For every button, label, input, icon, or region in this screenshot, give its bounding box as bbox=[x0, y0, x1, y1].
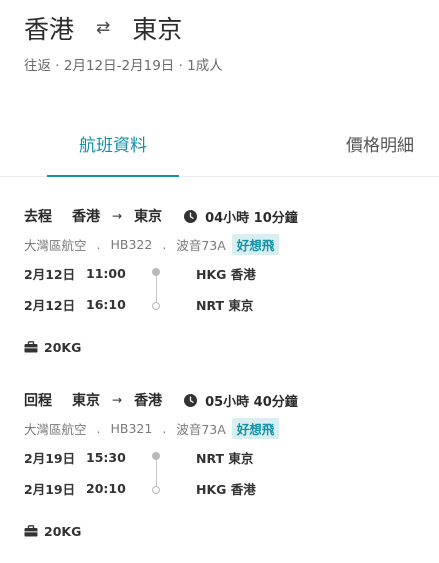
arrival-date: 2月12日 bbox=[24, 298, 76, 313]
clock-icon bbox=[184, 209, 198, 223]
airline-info: 大灣區航空 . HB322 . 波音73A 好想飛 bbox=[24, 233, 429, 255]
flight-duration: 05小時 40分鐘 bbox=[205, 394, 298, 410]
return-leg: 回程 東京 → 香港 05小時 40分鐘 大灣區航空 . HB321 . 波音7… bbox=[24, 390, 429, 541]
trip-summary: 往返 · 2月12日-2月19日 · 1成人 bbox=[24, 58, 223, 74]
tab-flight-info[interactable]: 航班資料 bbox=[47, 124, 179, 177]
departure-time: 15:30 bbox=[86, 450, 126, 465]
arrival-row: 2月19日 20:10 HKG 香港 bbox=[24, 473, 429, 504]
destination-city: 東京 bbox=[132, 15, 183, 44]
route-title: 香港 ⇄ 東京 bbox=[24, 8, 415, 48]
flight-duration: 04小時 10分鐘 bbox=[205, 210, 298, 226]
leg-from: 東京 bbox=[72, 393, 100, 409]
airline-info: 大灣區航空 . HB321 . 波音73A 好想飛 bbox=[24, 417, 429, 439]
arrival-airport: NRT 東京 bbox=[196, 298, 254, 313]
segment-list: 2月19日 15:30 NRT 東京 2月19日 20:10 HKG 香港 bbox=[24, 442, 429, 504]
suitcase-icon bbox=[24, 525, 38, 537]
segment-list: 2月12日 11:00 HKG 香港 2月12日 16:10 NRT 東京 bbox=[24, 258, 429, 320]
departure-airport: NRT 東京 bbox=[196, 451, 254, 466]
suitcase-icon bbox=[24, 341, 38, 353]
origin-city: 香港 bbox=[24, 15, 75, 44]
leg-title: 去程 香港 → 東京 04小時 10分鐘 bbox=[24, 206, 429, 226]
arrival-time: 16:10 bbox=[86, 297, 126, 312]
detail-tabs: 航班資料 價格明細 bbox=[0, 124, 439, 177]
flight-number: HB321 bbox=[110, 420, 153, 436]
aircraft-type: 波音73A bbox=[176, 421, 226, 437]
baggage-weight: 20KG bbox=[44, 339, 82, 355]
arrival-date: 2月19日 bbox=[24, 482, 76, 497]
leg-to: 香港 bbox=[134, 393, 163, 409]
baggage-allowance: 20KG bbox=[24, 337, 429, 357]
departure-time: 11:00 bbox=[86, 266, 126, 281]
departure-date: 2月19日 bbox=[24, 451, 76, 466]
departure-row: 2月12日 11:00 HKG 香港 bbox=[24, 258, 429, 289]
fare-badge: 好想飛 bbox=[231, 233, 280, 255]
arrival-time: 20:10 bbox=[86, 481, 126, 496]
leg-title: 回程 東京 → 香港 05小時 40分鐘 bbox=[24, 390, 429, 410]
departure-airport: HKG 香港 bbox=[196, 267, 256, 282]
arrow-icon: → bbox=[112, 393, 123, 407]
outbound-leg: 去程 香港 → 東京 04小時 10分鐘 大灣區航空 . HB322 . 波音7… bbox=[24, 206, 429, 357]
leg-direction: 回程 bbox=[24, 393, 52, 409]
flight-number: HB322 bbox=[110, 236, 153, 252]
baggage-allowance: 20KG bbox=[24, 521, 429, 541]
trip-header: 香港 ⇄ 東京 往返 · 2月12日-2月19日 · 1成人 bbox=[24, 8, 415, 74]
arrow-icon: → bbox=[112, 209, 123, 223]
departure-row: 2月19日 15:30 NRT 東京 bbox=[24, 442, 429, 473]
leg-direction: 去程 bbox=[24, 209, 52, 225]
clock-icon bbox=[184, 393, 198, 407]
aircraft-type: 波音73A bbox=[176, 237, 226, 253]
leg-from: 香港 bbox=[72, 209, 100, 225]
fare-badge: 好想飛 bbox=[231, 417, 280, 439]
arrival-airport: HKG 香港 bbox=[196, 482, 256, 497]
tab-price-details[interactable]: 價格明細 bbox=[320, 124, 439, 176]
airline-name: 大灣區航空 bbox=[24, 237, 87, 253]
arrival-row: 2月12日 16:10 NRT 東京 bbox=[24, 289, 429, 320]
departure-date: 2月12日 bbox=[24, 267, 76, 282]
baggage-weight: 20KG bbox=[44, 523, 82, 539]
swap-icon: ⇄ bbox=[96, 18, 111, 38]
leg-to: 東京 bbox=[134, 209, 163, 225]
airline-name: 大灣區航空 bbox=[24, 421, 87, 437]
